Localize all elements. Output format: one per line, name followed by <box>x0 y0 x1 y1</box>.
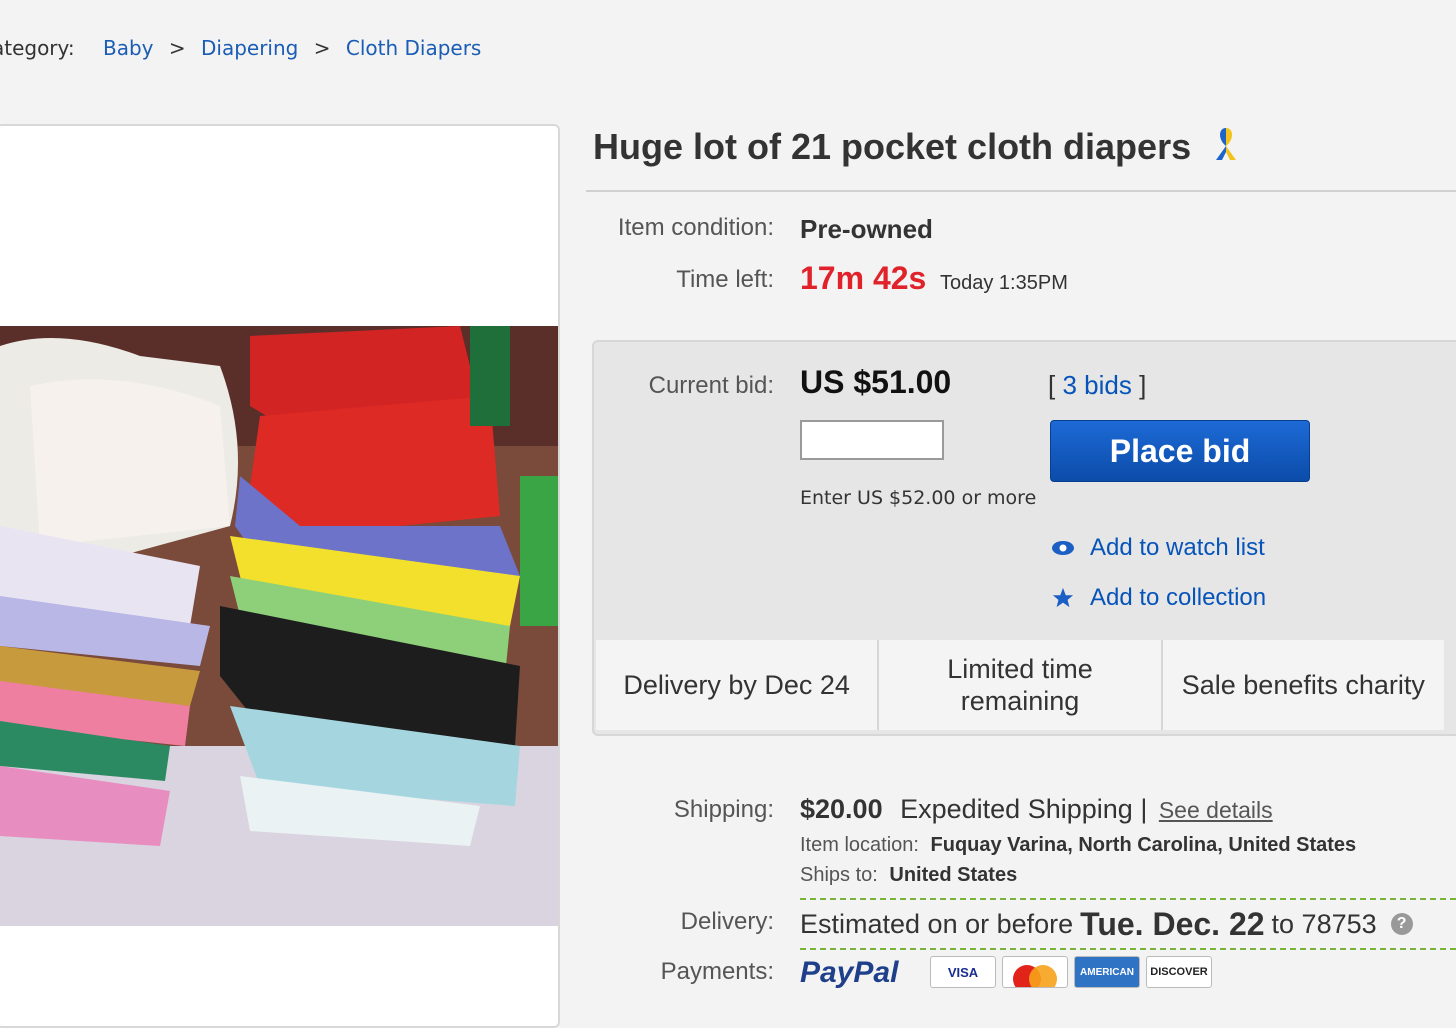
bid-count-open: [ <box>1048 370 1056 400</box>
bid-count-link[interactable]: 3 bids <box>1062 370 1131 400</box>
item-location-label: Item location: <box>800 834 919 856</box>
ships-to-label: Ships to: <box>800 864 878 886</box>
shipping-label: Shipping: <box>673 796 774 823</box>
current-bid-value: US $51.00 <box>800 364 952 400</box>
current-bid-label: Current bid: <box>648 372 774 399</box>
bid-amount-input[interactable] <box>800 420 944 460</box>
time-left-label: Time left: <box>676 266 774 293</box>
bid-count-close: ] <box>1139 370 1147 400</box>
eye-icon <box>1050 540 1076 556</box>
item-photo[interactable] <box>0 326 558 926</box>
charity-ribbon-icon <box>1212 126 1240 167</box>
shipping-method: Expedited Shipping <box>900 794 1133 824</box>
add-to-watch-list[interactable]: Add to watch list <box>1050 534 1265 562</box>
place-bid-button[interactable]: Place bid <box>1050 420 1310 482</box>
benefit-charity: Sale benefits charity <box>1162 640 1444 730</box>
breadcrumb-link-baby[interactable]: Baby <box>103 36 154 60</box>
benefit-limited-time-text: Limited time remaining <box>947 654 1093 716</box>
star-icon <box>1050 587 1076 609</box>
amex-logo: AMERICAN <box>1074 956 1140 988</box>
delivery-date: Tue. Dec. 22 <box>1080 905 1265 942</box>
delivery-zip: to 78753 <box>1271 908 1377 939</box>
bid-hint: Enter US $52.00 or more <box>800 487 1037 509</box>
condition-value: Pre-owned <box>800 214 933 244</box>
breadcrumb-separator: > <box>168 36 186 60</box>
discover-logo: DISCOVER <box>1146 956 1212 988</box>
shipping-price: $20.00 <box>800 794 883 824</box>
condition-label: Item condition: <box>617 214 774 241</box>
delivery-estimate: Estimated on or before Tue. Dec. 22 to 7… <box>800 898 1456 950</box>
mastercard-logo <box>1002 956 1068 988</box>
item-location: Item location: Fuquay Varina, North Caro… <box>800 834 1356 857</box>
payments-label: Payments: <box>660 958 774 985</box>
breadcrumb-link-diapering[interactable]: Diapering <box>201 36 298 60</box>
paypal-logo: PayPal <box>800 956 899 989</box>
shipping-separator: | <box>1140 794 1148 824</box>
delivery-prefix: Estimated on or before <box>800 908 1074 939</box>
breadcrumb-label: Category: <box>0 36 75 60</box>
breadcrumb: Category: Baby > Diapering > Cloth Diape… <box>0 36 481 60</box>
help-icon[interactable]: ? <box>1390 913 1413 935</box>
shipping-line: $20.00 Expedited Shipping | See details <box>800 794 1273 825</box>
see-details-link[interactable]: See details <box>1159 797 1273 823</box>
benefits-bar: Delivery by Dec 24 Limited time remainin… <box>596 640 1444 730</box>
watch-list-link[interactable]: Add to watch list <box>1090 534 1265 562</box>
collection-link[interactable]: Add to collection <box>1090 584 1266 612</box>
delivery-label: Delivery: <box>680 908 774 935</box>
listing-title: Huge lot of 21 pocket cloth diapers <box>593 126 1192 167</box>
benefit-limited-time: Limited time remaining <box>879 640 1163 730</box>
ships-to: Ships to: United States <box>800 864 1017 887</box>
payment-logos: PayPal VISA AMERICAN DISCOVER <box>800 956 1212 990</box>
ships-to-value: United States <box>889 864 1018 886</box>
breadcrumb-separator: > <box>313 36 331 60</box>
end-time: Today 1:35PM <box>940 272 1068 294</box>
time-left-value: 17m 42s <box>800 260 927 296</box>
breadcrumb-link-cloth-diapers[interactable]: Cloth Diapers <box>346 36 482 60</box>
visa-logo: VISA <box>930 956 996 988</box>
title-divider <box>586 190 1456 192</box>
item-location-value: Fuquay Varina, North Carolina, United St… <box>930 834 1357 856</box>
bid-count: [ 3 bids ] <box>1048 370 1146 401</box>
add-to-collection[interactable]: Add to collection <box>1050 584 1266 612</box>
diapers-photo-illustration <box>0 326 558 926</box>
benefit-delivery: Delivery by Dec 24 <box>596 640 880 730</box>
